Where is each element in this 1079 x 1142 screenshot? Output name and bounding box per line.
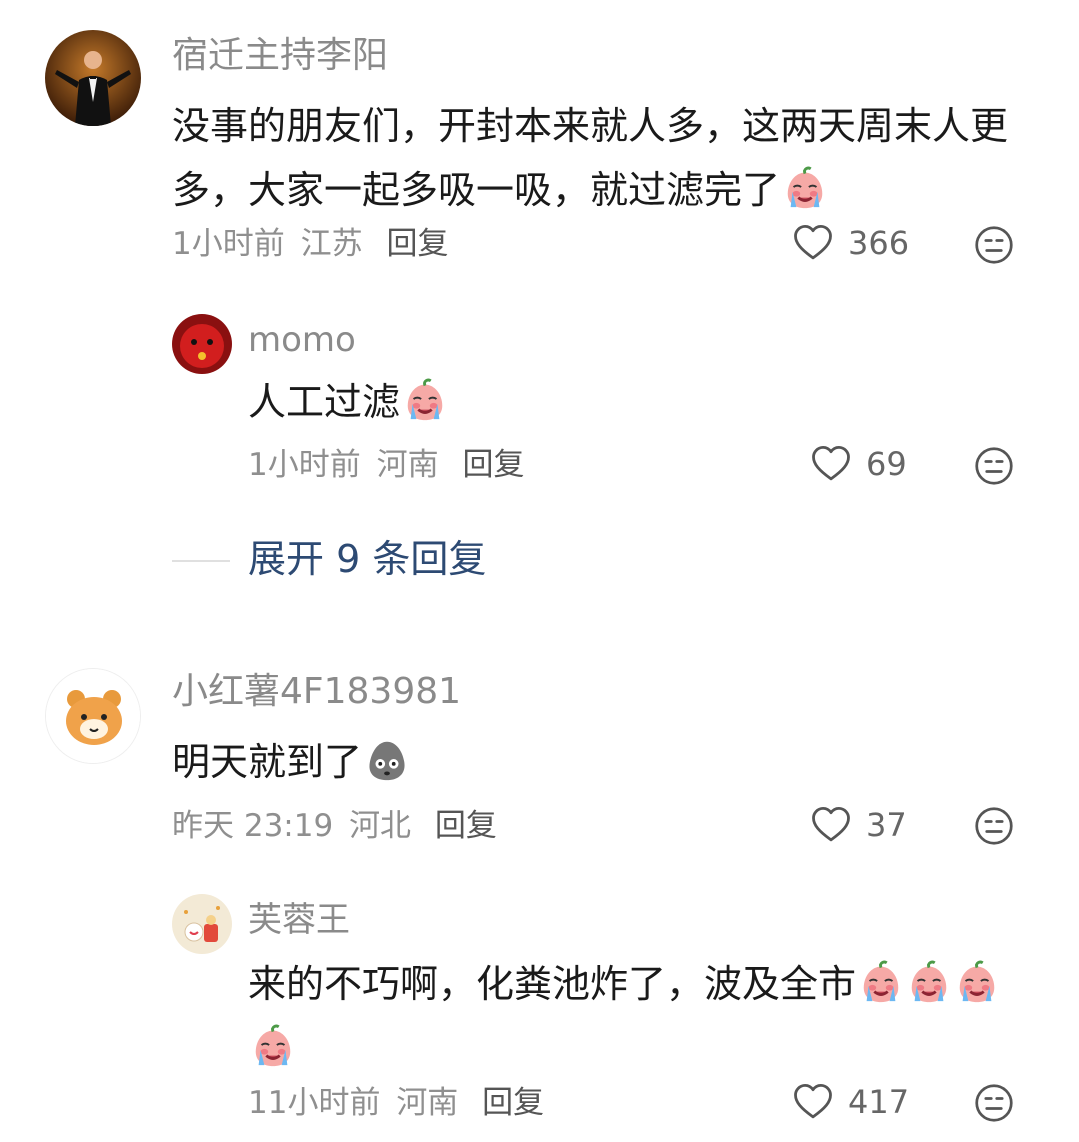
like-button[interactable]: 366: [792, 222, 909, 264]
heart-outline-icon: [810, 443, 852, 485]
dislike-face-icon[interactable]: [974, 1083, 1014, 1123]
crying-peach-emoji-icon: [858, 959, 904, 1005]
reply-location: 河南: [376, 447, 439, 483]
reply-button[interactable]: 回复: [435, 808, 497, 844]
comment-text-content: 没事的朋友们，开封本来就人多，这两天周末人更多，大家一起多吸一吸，就过滤完了: [172, 104, 1009, 212]
dislike-face-icon[interactable]: [974, 225, 1014, 265]
comment-text: 明天就到了: [172, 730, 410, 794]
reply-button[interactable]: 回复: [462, 447, 524, 483]
crying-peach-emoji-icon: [954, 959, 1000, 1005]
like-count: 366: [848, 224, 910, 262]
avatar[interactable]: [172, 894, 232, 954]
reply-location: 河南: [396, 1085, 459, 1121]
crying-peach-emoji-icon: [250, 1023, 296, 1069]
comment-meta: 1小时前 江苏 回复: [172, 224, 454, 264]
shocked-stone-emoji-icon: [364, 737, 410, 783]
comment-time: 昨天 23:19: [172, 808, 334, 844]
reply-time: 1小时前: [248, 447, 361, 483]
heart-outline-icon: [792, 222, 834, 264]
comment-time: 1小时前: [172, 226, 285, 262]
like-count: 417: [848, 1083, 910, 1121]
like-count: 37: [866, 806, 907, 844]
username[interactable]: 芙蓉王: [248, 898, 350, 942]
reply-button[interactable]: 回复: [386, 226, 448, 262]
reply-text-content: 人工过滤: [248, 380, 401, 424]
reply-button[interactable]: 回复: [482, 1085, 544, 1121]
reply-meta: 1小时前 河南 回复: [248, 445, 530, 485]
crying-peach-emoji-icon: [402, 377, 448, 423]
dislike-face-icon[interactable]: [974, 806, 1014, 846]
username[interactable]: 小红薯4F183981: [172, 670, 461, 714]
comment-meta: 昨天 23:19 河北 回复: [172, 806, 503, 846]
reply-text: 来的不巧啊，化粪池炸了，波及全市: [248, 952, 1038, 1080]
like-button[interactable]: 37: [810, 804, 907, 846]
like-count: 69: [866, 445, 907, 483]
crying-peach-emoji-icon: [782, 165, 828, 211]
heart-outline-icon: [792, 1081, 834, 1123]
comment-location: 江苏: [300, 226, 363, 262]
comment-location: 河北: [349, 808, 412, 844]
dislike-face-icon[interactable]: [974, 446, 1014, 486]
comment-text-content: 明天就到了: [172, 740, 363, 784]
expand-divider: [172, 560, 230, 562]
reply-text-content: 来的不巧啊，化粪池炸了，波及全市: [248, 962, 857, 1006]
avatar[interactable]: [45, 30, 141, 126]
username[interactable]: 宿迁主持李阳: [172, 34, 388, 78]
reply-meta: 11小时前 河南 回复: [248, 1083, 550, 1123]
avatar[interactable]: [172, 314, 232, 374]
heart-outline-icon: [810, 804, 852, 846]
reply-time: 11小时前: [248, 1085, 381, 1121]
like-button[interactable]: 69: [810, 443, 907, 485]
crying-peach-emoji-icon: [906, 959, 952, 1005]
expand-replies-link[interactable]: 展开 9 条回复: [248, 536, 486, 582]
like-button[interactable]: 417: [792, 1081, 909, 1123]
avatar[interactable]: [45, 668, 141, 764]
username[interactable]: momo: [248, 318, 356, 362]
comment-text: 没事的朋友们，开封本来就人多，这两天周末人更多，大家一起多吸一吸，就过滤完了: [172, 94, 1032, 222]
reply-text: 人工过滤: [248, 370, 448, 434]
